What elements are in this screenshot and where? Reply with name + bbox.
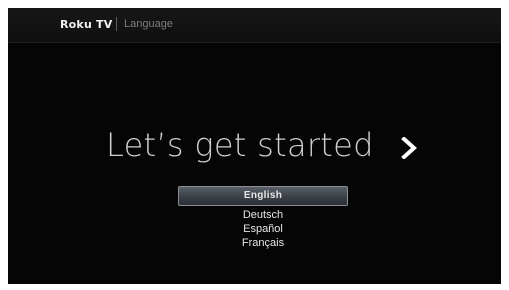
language-option-english[interactable]: English bbox=[178, 186, 348, 206]
language-option-deutsch[interactable]: Deutsch bbox=[178, 208, 348, 222]
top-bar: Roku TV Language bbox=[8, 8, 501, 43]
language-option-francais[interactable]: Français bbox=[178, 236, 348, 250]
header-divider bbox=[116, 17, 117, 31]
language-list: English Deutsch Español Français bbox=[178, 186, 348, 250]
language-option-espanol[interactable]: Español bbox=[178, 222, 348, 236]
page-headline: Let’s get started bbox=[106, 126, 374, 164]
tv-screen: Roku TV Language Let’s get started Engli… bbox=[8, 8, 501, 284]
roku-tv-logo: Roku TV bbox=[60, 18, 113, 31]
chevron-right-icon[interactable] bbox=[400, 137, 418, 159]
section-title: Language bbox=[124, 18, 173, 30]
